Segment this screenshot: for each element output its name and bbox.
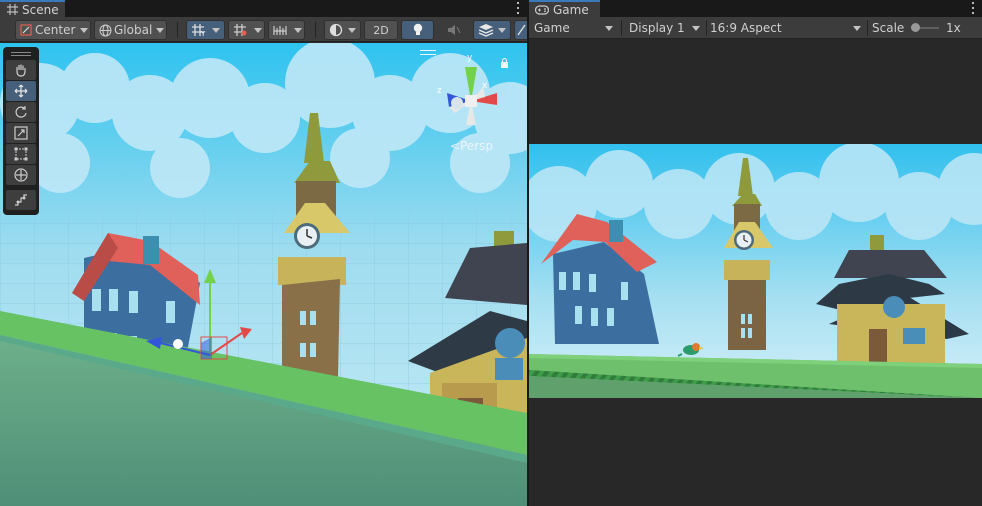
grid-snap-y-icon: Y [191,23,207,37]
scene-viewport[interactable]: y x z <Persp [0,43,527,506]
game-panel: Game Game Display 1 16:9 Aspect Scale 1x [529,0,982,506]
shading-sphere-icon [329,23,343,37]
custom-tool-icon [14,193,28,207]
ruler-icon [273,23,289,37]
chevron-down-icon [498,27,506,33]
scene-toolbar: Center Global Y 2D [0,17,527,42]
grid-snapping-dropdown[interactable] [228,20,265,40]
grid-visibility-dropdown[interactable]: Y [186,20,225,40]
tab-scene-label: Scene [22,2,59,17]
grid-snap-icon [233,23,249,37]
grid-hash-icon [6,4,18,16]
rect-transform-icon [14,147,28,161]
scene-tab-bar: Scene [0,0,527,17]
chevron-down-icon [156,27,165,33]
aspect-dropdown[interactable]: 16:9 Aspect [707,18,865,38]
display-label: Display 1 [629,21,685,35]
game-tab-bar: Game [529,0,982,17]
projection-arrow-icon: < [449,139,460,153]
display-dropdown[interactable]: Display 1 [626,18,704,38]
game-toolbar: Game Display 1 16:9 Aspect Scale 1x [529,17,982,39]
chevron-down-icon [254,27,262,33]
chevron-down-icon [348,27,356,33]
pivot-mode-label: Center [35,23,76,37]
scale-value: 1x [946,21,961,35]
chevron-down-icon [853,25,861,31]
layers-icon [478,23,494,37]
eye-slash-icon [517,24,526,36]
toggle-2d-button[interactable]: 2D [364,20,398,40]
scale-slider-thumb[interactable] [911,23,920,32]
projection-text: Persp [460,139,493,153]
draw-mode-dropdown[interactable] [324,20,361,40]
lighting-toggle[interactable] [401,20,434,40]
move-arrows-icon [14,84,28,98]
hidden-objects-toggle[interactable] [514,20,527,40]
transform-tool-button[interactable] [6,165,36,185]
toggle-2d-label: 2D [373,23,389,37]
increment-snapping-dropdown[interactable] [268,20,305,40]
pivot-mode-dropdown[interactable]: Center [15,20,91,40]
hand-tool-button[interactable] [6,60,36,80]
tab-scene[interactable]: Scene [0,0,65,17]
transform-icon [14,168,28,182]
scale-icon [14,126,28,140]
custom-tool-button[interactable] [6,190,36,210]
scene-more-menu-icon[interactable] [515,1,521,15]
hand-icon [14,63,28,77]
overlay-menu-handle-icon[interactable] [420,50,436,55]
view-mode-label: Game [534,21,570,35]
move-tool-button[interactable] [6,81,36,101]
effects-dropdown[interactable] [473,20,511,40]
gamepad-icon [535,4,549,16]
game-viewport[interactable] [529,144,982,398]
chevron-down-icon [294,27,302,33]
aspect-label: 16:9 Aspect [710,21,782,35]
scene-panel: Scene Center Global Y 2D y x z <Persp [0,0,527,506]
scale-tool-button[interactable] [6,123,36,143]
chevron-down-icon [605,25,613,31]
axis-y-label: y [467,53,473,63]
chevron-down-icon [80,27,89,33]
svg-text:Y: Y [200,30,206,37]
axis-x-label: x [482,81,488,91]
audio-muted-icon [447,24,461,36]
tab-game[interactable]: Game [529,0,600,17]
audio-toggle[interactable] [437,20,470,40]
drag-handle-icon[interactable] [11,52,31,56]
game-render [529,144,982,398]
pivot-rotation-label: Global [114,23,153,37]
axis-z-label: z [437,86,442,96]
tab-game-label: Game [553,2,589,17]
orientation-gizmo[interactable]: y x z [435,53,507,138]
game-more-menu-icon[interactable] [970,1,976,15]
rect-tool-button[interactable] [6,144,36,164]
tool-palette [3,47,39,215]
pivot-rotation-dropdown[interactable]: Global [94,20,167,40]
projection-label[interactable]: <Persp [450,139,493,153]
scale-label: Scale [872,21,905,35]
lightbulb-icon [412,23,424,37]
pivot-center-icon [20,24,32,36]
chevron-down-icon [692,25,700,31]
globe-icon [99,24,112,37]
game-view-area [529,39,982,506]
chevron-down-icon [212,27,220,33]
view-mode-dropdown[interactable]: Game [531,18,617,38]
rotate-icon [14,105,28,119]
rotate-tool-button[interactable] [6,102,36,122]
scale-slider[interactable] [911,23,939,32]
